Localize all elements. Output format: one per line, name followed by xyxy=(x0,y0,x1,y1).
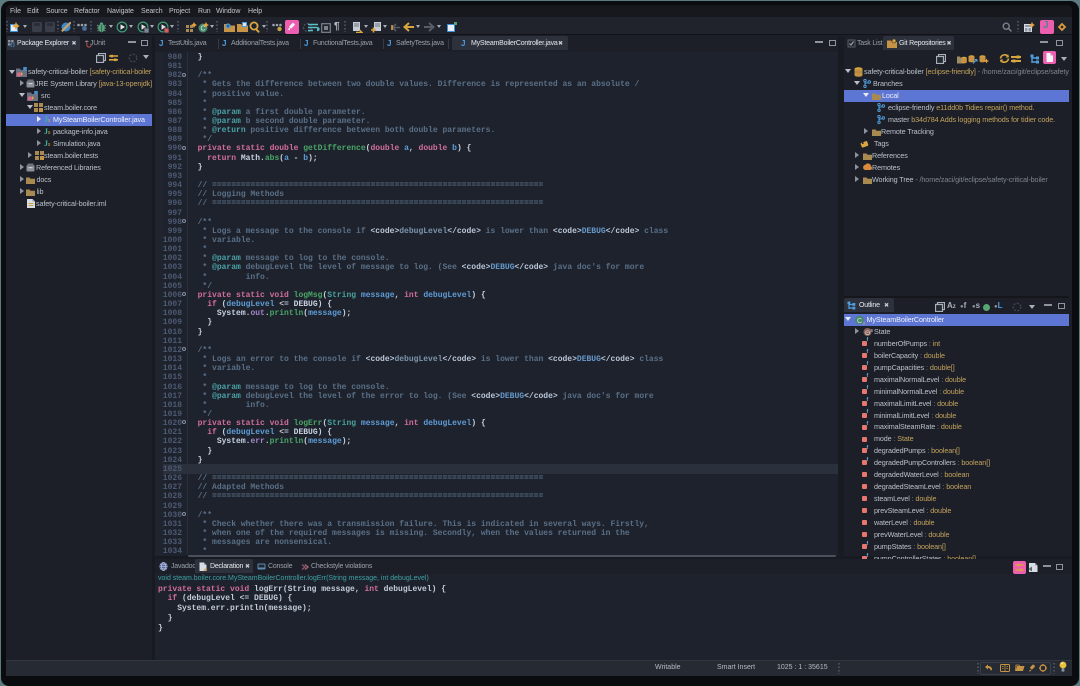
svg-text:s: s xyxy=(871,328,874,334)
svg-text:Θ: Θ xyxy=(865,330,870,337)
svg-text:C: C xyxy=(857,318,862,325)
svg-text:C: C xyxy=(200,26,205,33)
svg-text:s: s xyxy=(863,321,865,325)
